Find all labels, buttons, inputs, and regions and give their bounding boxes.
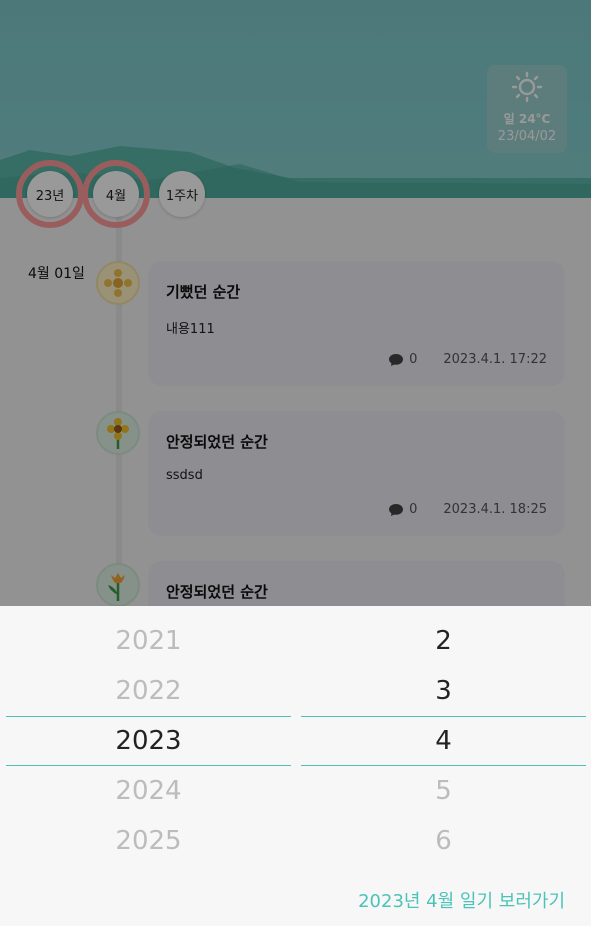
month-option[interactable]: 3 bbox=[301, 676, 586, 706]
picker-selection-line bbox=[301, 716, 586, 717]
picker-selection-line bbox=[6, 765, 291, 766]
year-option[interactable]: 2024 bbox=[6, 776, 291, 806]
view-diary-button[interactable]: 2023년 4월 일기 보러가기 bbox=[358, 887, 565, 913]
year-option[interactable]: 2025 bbox=[6, 826, 291, 856]
year-picker[interactable]: 2021 2022 2023 2024 2025 bbox=[6, 606, 291, 866]
month-option[interactable]: 2 bbox=[301, 626, 586, 656]
month-option[interactable]: 5 bbox=[301, 776, 586, 806]
month-option-selected[interactable]: 4 bbox=[301, 726, 586, 756]
picker-selection-line bbox=[301, 765, 586, 766]
date-picker-sheet: 2021 2022 2023 2024 2025 2 3 4 5 6 2023년… bbox=[0, 606, 591, 926]
year-option[interactable]: 2021 bbox=[6, 626, 291, 656]
year-option[interactable]: 2022 bbox=[6, 676, 291, 706]
modal-overlay[interactable] bbox=[0, 0, 591, 606]
month-option[interactable]: 6 bbox=[301, 826, 586, 856]
month-picker[interactable]: 2 3 4 5 6 bbox=[301, 606, 586, 866]
year-option-selected[interactable]: 2023 bbox=[6, 726, 291, 756]
picker-selection-line bbox=[6, 716, 291, 717]
